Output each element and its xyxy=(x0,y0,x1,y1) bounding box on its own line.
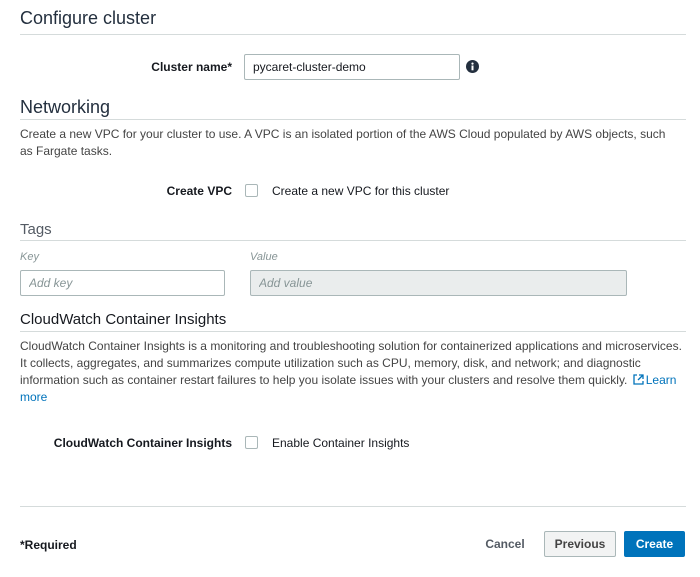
insights-description: CloudWatch Container Insights is a monit… xyxy=(20,339,682,387)
cancel-button[interactable]: Cancel xyxy=(476,531,534,557)
tags-divider xyxy=(20,240,686,241)
footer-divider xyxy=(20,506,686,507)
networking-title: Networking xyxy=(20,97,111,117)
required-note: *Required xyxy=(20,538,77,552)
cluster-name-label: Cluster name* xyxy=(151,60,232,74)
page-title: Configure cluster xyxy=(20,8,157,28)
info-icon[interactable] xyxy=(466,60,479,73)
tag-value-input xyxy=(250,270,627,296)
insights-description-block: CloudWatch Container Insights is a monit… xyxy=(20,338,682,406)
networking-description: Create a new VPC for your cluster to use… xyxy=(20,127,666,158)
tag-key-input[interactable] xyxy=(20,270,225,296)
create-vpc-checkbox-label[interactable]: Create a new VPC for this cluster xyxy=(272,184,449,198)
previous-button[interactable]: Previous xyxy=(544,531,616,557)
enable-insights-checkbox[interactable] xyxy=(245,436,258,449)
external-link-icon xyxy=(633,374,644,385)
insights-divider xyxy=(20,331,686,332)
tag-value-header: Value xyxy=(250,251,278,263)
insights-title: CloudWatch Container Insights xyxy=(20,311,227,328)
cluster-name-input[interactable] xyxy=(244,54,460,80)
title-divider xyxy=(20,34,686,35)
tag-key-header: Key xyxy=(20,251,39,263)
create-vpc-checkbox[interactable] xyxy=(245,184,258,197)
enable-insights-checkbox-label[interactable]: Enable Container Insights xyxy=(272,436,409,450)
create-button[interactable]: Create xyxy=(624,531,685,557)
networking-divider xyxy=(20,119,686,120)
insights-field-label: CloudWatch Container Insights xyxy=(53,436,232,450)
create-vpc-label: Create VPC xyxy=(166,184,232,198)
tags-title: Tags xyxy=(20,221,52,238)
